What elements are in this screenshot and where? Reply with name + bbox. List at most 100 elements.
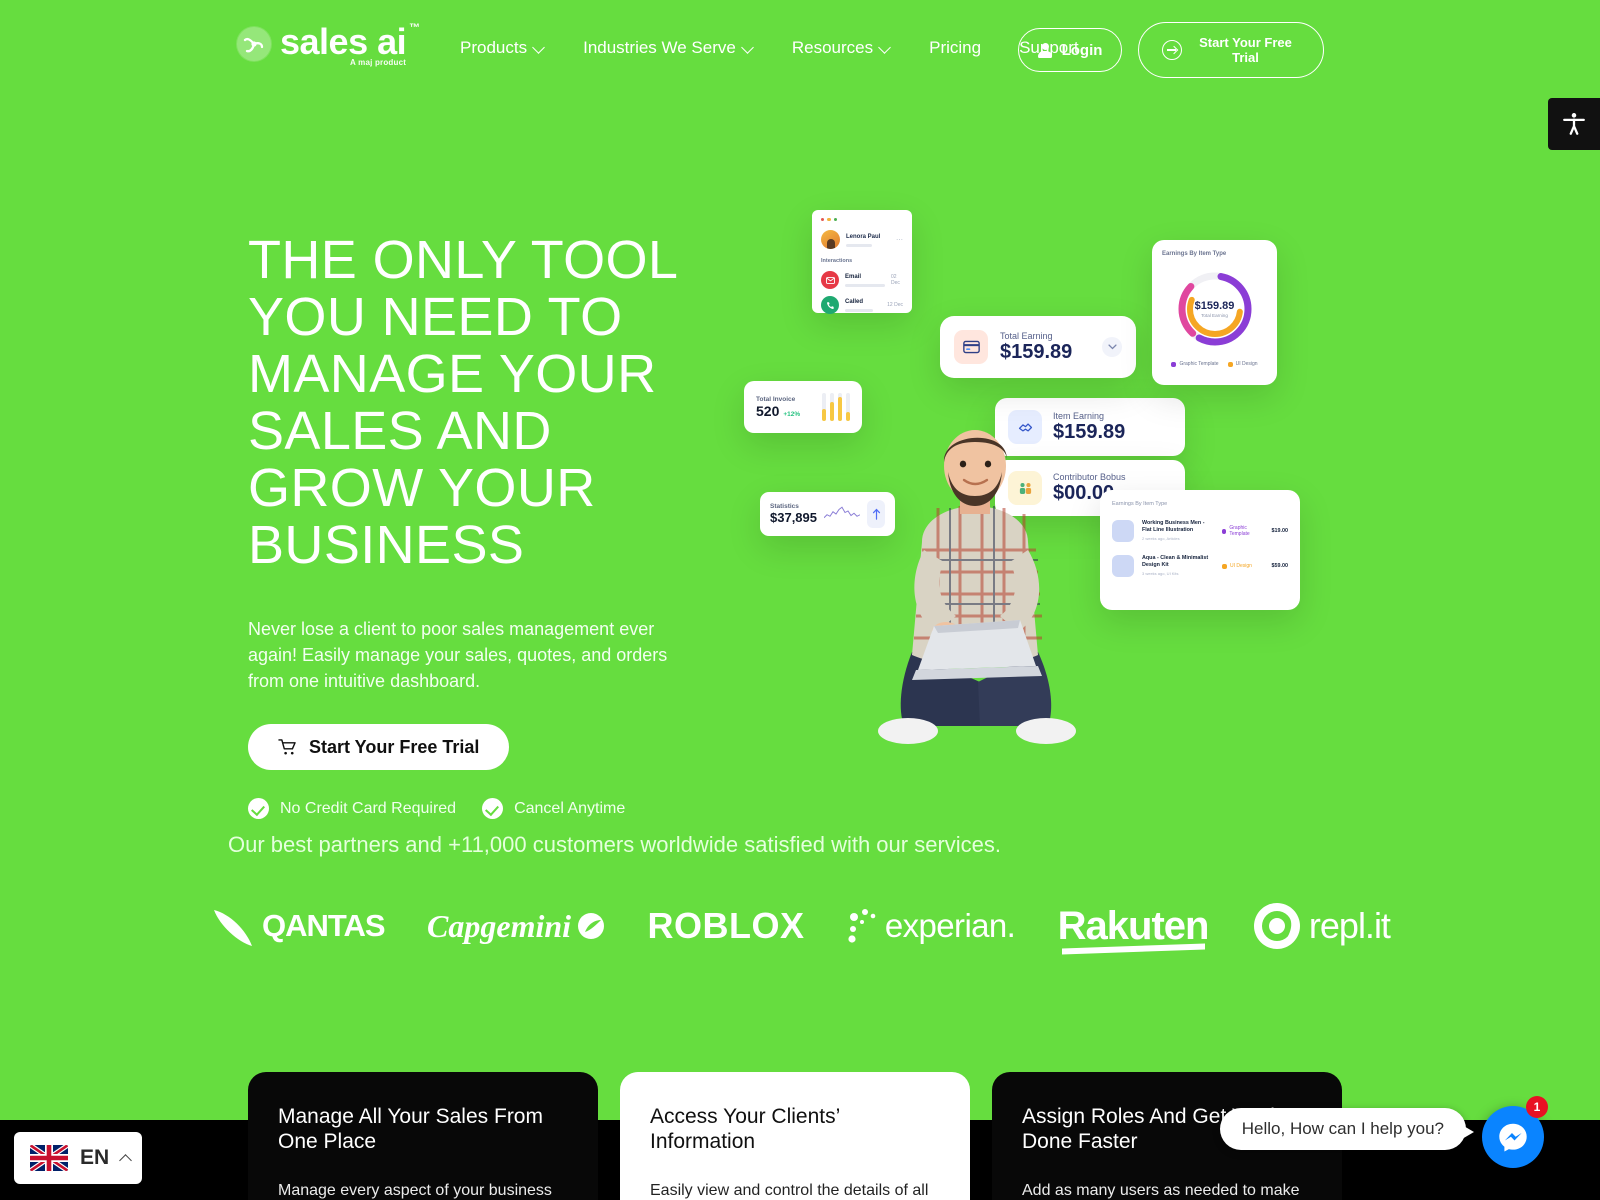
interaction-row-called: Called 12 Dec bbox=[821, 296, 903, 315]
mockup-earnings-donut-card: Earnings By Item Type $159.89 Total Earn… bbox=[1152, 240, 1277, 385]
tag-label: Graphic Template bbox=[1229, 525, 1250, 537]
chat-greeting-bubble[interactable]: Hello, How can I help you? bbox=[1219, 1108, 1475, 1150]
total-earning-value: $159.89 bbox=[1000, 340, 1073, 363]
invoice-label: Total Invoice bbox=[756, 395, 796, 403]
item-tag: Graphic Template bbox=[1222, 525, 1264, 537]
legend-label: UI Design bbox=[1235, 361, 1258, 367]
item-tag: UI Design bbox=[1222, 563, 1264, 569]
item-meta: 3 weeks ago, UI Kits bbox=[1142, 571, 1179, 577]
nav-label: Industries We Serve bbox=[583, 38, 736, 57]
interaction-date: 02 Dec bbox=[891, 274, 900, 287]
item-title: Working Business Men - Flat Line Illustr… bbox=[1142, 520, 1205, 534]
accessibility-icon bbox=[1563, 113, 1585, 135]
tag-swatch-icon bbox=[1222, 528, 1227, 534]
list-title: Earnings By Item Type bbox=[1112, 501, 1168, 507]
nav-item-products[interactable]: Products bbox=[460, 38, 545, 58]
sparkline-chart bbox=[824, 506, 860, 519]
item-price: $59.00 bbox=[1271, 563, 1289, 569]
feature-cards: Manage All Your Sales From One Place Man… bbox=[248, 1072, 1342, 1200]
nav-label: Products bbox=[460, 38, 528, 57]
start-free-trial-header-button[interactable]: Start Your Free Trial bbox=[1138, 22, 1324, 78]
contact-name: Lenora Paul bbox=[846, 233, 881, 240]
mockup-total-earning-card: Total Earning $159.89 bbox=[940, 316, 1136, 378]
badge-label: Cancel Anytime bbox=[514, 799, 626, 817]
partner-logo-label: experian. bbox=[884, 907, 1016, 944]
badge-no-credit-card: No Credit Card Required bbox=[248, 798, 456, 819]
chat-unread-badge: 1 bbox=[1526, 1096, 1548, 1118]
feature-card-client-info[interactable]: Access Your Clients’ Information Easily … bbox=[620, 1072, 970, 1200]
site-header: sales ai ™ A maj product Products Indust… bbox=[0, 0, 1600, 96]
avatar bbox=[821, 230, 840, 250]
brand-logo[interactable]: sales ai ™ A maj product bbox=[236, 22, 420, 67]
total-earning-label: Total Earning bbox=[1000, 330, 1053, 341]
partner-logo-label: repl.it bbox=[1308, 905, 1391, 946]
mockup-contact-card: Lenora Paul ⋯ Interactions Email 02 Dec bbox=[812, 210, 912, 315]
item-price: $19.00 bbox=[1271, 528, 1289, 534]
hero-paragraph: Never lose a client to poor sales manage… bbox=[248, 619, 668, 691]
partner-logo-rakuten: Rakuten bbox=[1057, 903, 1210, 954]
language-selector[interactable]: EN bbox=[14, 1132, 142, 1184]
item-thumbnail bbox=[1112, 555, 1134, 577]
trial-label: Start Your Free Trial bbox=[1199, 35, 1292, 65]
feature-title: Access Your Clients’ Information bbox=[650, 1105, 840, 1153]
check-circle-icon bbox=[248, 798, 269, 819]
tag-swatch-icon bbox=[1222, 563, 1227, 569]
item-title: Aqua - Clean & Minimalist Design Kit bbox=[1142, 555, 1209, 569]
arrow-right-circle-icon bbox=[1161, 40, 1182, 60]
invoice-delta: +12% bbox=[783, 410, 801, 418]
interaction-label: Email bbox=[845, 273, 862, 280]
legend-swatch-icon bbox=[1171, 361, 1177, 367]
badge-cancel-anytime: Cancel Anytime bbox=[482, 798, 625, 819]
partner-logo-label: Rakuten bbox=[1057, 903, 1210, 948]
partner-logos: QANTAS Capgemini ROBLOX experian. Rakute… bbox=[210, 890, 1391, 962]
nav-item-industries[interactable]: Industries We Serve bbox=[583, 38, 754, 58]
statistics-value: $37,895 bbox=[770, 510, 817, 525]
list-item: Aqua - Clean & Minimalist Design Kit 3 w… bbox=[1112, 555, 1288, 577]
hero-badges: No Credit Card Required Cancel Anytime bbox=[248, 798, 718, 819]
chevron-down-icon bbox=[1102, 337, 1122, 357]
chevron-down-icon bbox=[743, 43, 754, 54]
hero-start-free-trial-button[interactable]: Start Your Free Trial bbox=[248, 724, 510, 770]
hero-cta-label: Start Your Free Trial bbox=[309, 736, 480, 757]
legend-swatch-icon bbox=[1227, 361, 1233, 367]
invoice-bar-chart bbox=[822, 393, 850, 421]
partner-logo-qantas: QANTAS bbox=[210, 904, 386, 948]
card-icon bbox=[954, 330, 988, 364]
tag-label: UI Design bbox=[1230, 563, 1252, 569]
interaction-row-email: Email 02 Dec bbox=[821, 271, 903, 290]
item-meta: 2 weeks ago, Articles bbox=[1142, 536, 1180, 542]
partner-logo-capgemini: Capgemini bbox=[427, 908, 605, 945]
user-icon bbox=[1038, 42, 1053, 58]
interaction-date: 12 Dec bbox=[887, 302, 903, 309]
chevron-down-icon bbox=[534, 43, 545, 54]
statistics-label: Statistics bbox=[770, 503, 799, 510]
feature-body: Add as many users as needed to make the … bbox=[1022, 1182, 1300, 1199]
hero-heading: THE ONLY TOOL YOU NEED TO MANAGE YOUR SA… bbox=[248, 230, 677, 575]
page-root: sales ai ™ A maj product Products Indust… bbox=[0, 0, 1600, 1200]
hero-person-photo bbox=[860, 420, 1090, 750]
legend-item: Graphic Template bbox=[1171, 361, 1219, 367]
feature-body: Easily view and control the details of a… bbox=[650, 1182, 929, 1199]
nav-item-resources[interactable]: Resources bbox=[792, 38, 891, 58]
nav-label: Pricing bbox=[929, 38, 982, 57]
nav-label: Resources bbox=[791, 38, 874, 57]
hero-content: THE ONLY TOOL YOU NEED TO MANAGE YOUR SA… bbox=[248, 232, 718, 819]
partner-logo-label: ROBLOX bbox=[647, 905, 805, 946]
cart-icon bbox=[278, 738, 297, 756]
mockup-earnings-list-card: Earnings By Item Type Working Business M… bbox=[1100, 490, 1300, 610]
partner-logo-experian: experian. bbox=[847, 906, 1016, 946]
interaction-label: Called bbox=[845, 298, 864, 305]
donut-legend: Graphic Template UI Design bbox=[1162, 361, 1267, 367]
mail-icon bbox=[821, 271, 839, 290]
nav-item-pricing[interactable]: Pricing bbox=[929, 38, 981, 58]
item-earning-label: Item Earning bbox=[1053, 410, 1105, 421]
feature-title: Manage All Your Sales From One Place bbox=[278, 1105, 543, 1153]
accessibility-button[interactable] bbox=[1548, 98, 1600, 150]
feature-body: Manage every aspect of your business sal… bbox=[278, 1182, 552, 1199]
login-button[interactable]: Login bbox=[1018, 28, 1122, 72]
window-dots-icon bbox=[821, 218, 903, 222]
contact-person-row: Lenora Paul ⋯ bbox=[821, 230, 903, 250]
check-circle-icon bbox=[482, 798, 504, 819]
feature-card-manage-sales[interactable]: Manage All Your Sales From One Place Man… bbox=[248, 1072, 598, 1200]
legend-item: UI Design bbox=[1227, 361, 1258, 367]
